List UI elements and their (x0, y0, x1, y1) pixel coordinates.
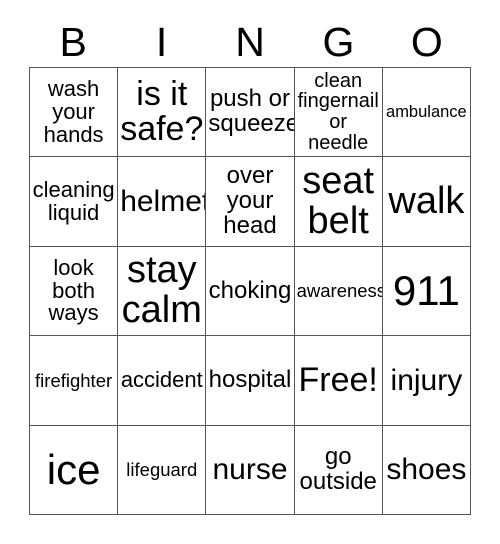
bingo-cell-b1[interactable]: wash your hands (30, 68, 119, 158)
bingo-cell-label: helmet (120, 185, 207, 218)
bingo-cell-o1[interactable]: ambulance (382, 68, 471, 158)
bingo-cell-i1[interactable]: is it safe? (118, 68, 207, 158)
bingo-cell-label: cleaning liquid (32, 176, 115, 225)
bingo-cell-label: push or squeeze (208, 85, 295, 138)
bingo-cell-label: is it safe? (120, 74, 204, 149)
bingo-cell-g1[interactable]: clean fingernail or needle (294, 68, 383, 158)
bingo-cell-b2[interactable]: cleaning liquid (30, 157, 119, 247)
bingo-cell-label: stay calm (121, 249, 202, 331)
bingo-header-letter-o: O (410, 19, 443, 65)
bingo-header-row: B I N G O (29, 18, 471, 67)
bingo-cell-label: shoes (386, 453, 467, 487)
bingo-cell-label: clean fingernail or needle (297, 69, 379, 154)
bingo-grid: wash your hands is it safe? push or sque… (29, 67, 471, 515)
bingo-cell-label: awareness (296, 280, 383, 302)
bingo-cell-b3[interactable]: look both ways (30, 246, 119, 337)
bingo-cell-n5[interactable]: nurse (206, 425, 295, 515)
bingo-cell-label: seat belt (302, 160, 375, 242)
bingo-header-letter-b: B (59, 19, 87, 65)
bingo-cell-g2[interactable]: seat belt (294, 157, 383, 247)
bingo-cell-i2[interactable]: helmet (118, 157, 207, 247)
bingo-cell-label: wash your hands (43, 75, 104, 147)
bingo-free-space-label: Free! (298, 360, 378, 399)
bingo-cell-g5[interactable]: go outside (294, 425, 383, 515)
bingo-header-letter-g: G (322, 19, 355, 65)
bingo-cell-free-space[interactable]: Free! (294, 336, 383, 426)
bingo-cell-label: accident (120, 366, 203, 392)
bingo-cell-label: choking (208, 276, 292, 304)
bingo-cell-n4[interactable]: hospital (206, 336, 295, 426)
bingo-cell-label: ambulance (386, 102, 467, 121)
bingo-cell-label: walk (388, 179, 465, 222)
bingo-cell-label: over your head (223, 162, 277, 240)
bingo-cell-n3[interactable]: choking (206, 246, 295, 337)
bingo-cell-label: firefighter (35, 369, 113, 391)
bingo-cell-o4[interactable]: injury (382, 336, 471, 426)
bingo-cell-label: hospital (208, 365, 292, 393)
bingo-cell-label: injury (390, 363, 463, 397)
bingo-cell-o2[interactable]: walk (382, 157, 471, 247)
bingo-cell-label: 911 (392, 267, 460, 315)
bingo-cell-label: ice (46, 445, 101, 493)
bingo-cell-i3[interactable]: stay calm (118, 246, 207, 337)
bingo-cell-n2[interactable]: over your head (206, 157, 295, 247)
bingo-cell-label: lifeguard (126, 459, 198, 481)
bingo-cell-label: nurse (212, 453, 288, 487)
bingo-header-letter-i: I (155, 19, 168, 65)
bingo-cell-o5[interactable]: shoes (382, 425, 471, 515)
bingo-cell-n1[interactable]: push or squeeze (206, 68, 295, 158)
bingo-cell-g3[interactable]: awareness (294, 246, 383, 337)
bingo-cell-i5[interactable]: lifeguard (118, 425, 207, 515)
bingo-header-letter-n: N (235, 19, 265, 65)
bingo-card: B I N G O wash your hands is it safe? pu… (0, 0, 500, 544)
bingo-cell-label: look both ways (48, 254, 99, 326)
bingo-cell-b4[interactable]: firefighter (30, 336, 119, 426)
bingo-cell-b5[interactable]: ice (30, 425, 119, 515)
bingo-cell-i4[interactable]: accident (118, 336, 207, 426)
bingo-cell-o3[interactable]: 911 (382, 246, 471, 337)
bingo-cell-label: go outside (299, 442, 377, 495)
